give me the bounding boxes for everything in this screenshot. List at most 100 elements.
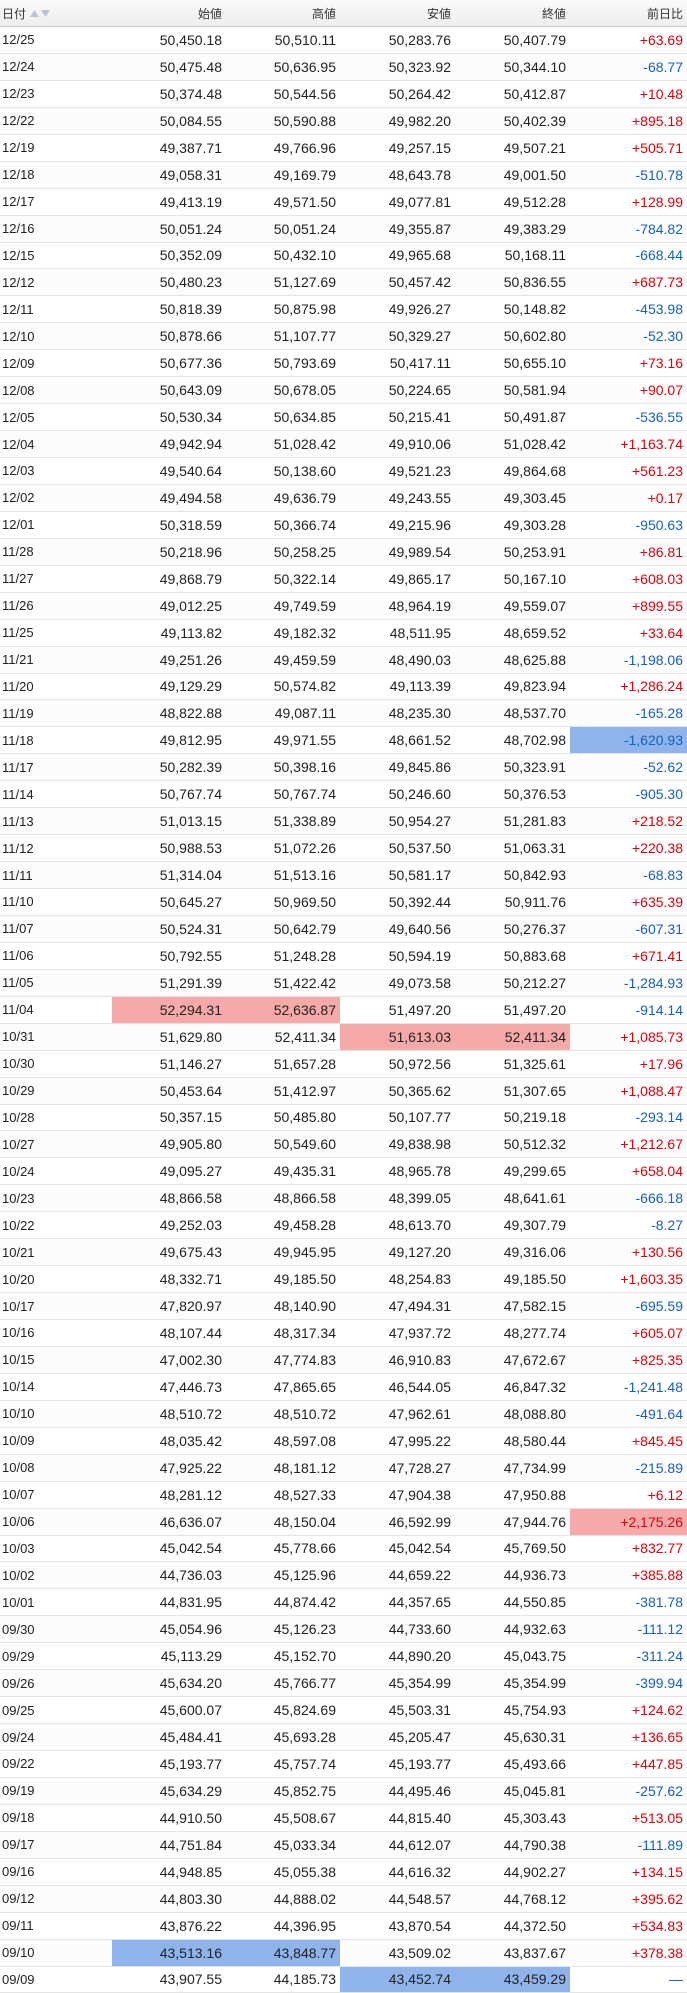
change-cell: +513.05 [570,1805,687,1831]
low-cell: 50,594.19 [340,943,455,969]
change-cell: +505.71 [570,135,687,161]
low-cell: 44,733.60 [340,1616,455,1642]
low-column-header: 安値 [340,0,455,26]
high-cell: 49,945.95 [226,1239,340,1265]
close-cell: 48,625.88 [455,647,570,673]
low-header-label: 安値 [427,5,451,22]
high-cell: 50,322.14 [226,566,340,592]
close-cell: 47,672.67 [455,1347,570,1373]
date-cell: 11/12 [0,835,112,861]
date-cell: 12/17 [0,189,112,215]
low-cell: 47,937.72 [340,1320,455,1346]
table-row: 09/3045,054.9645,126.2344,733.6044,932.6… [0,1616,687,1643]
change-cell: -381.78 [570,1589,687,1615]
table-row: 11/0452,294.3152,636.8751,497.2051,497.2… [0,997,687,1024]
close-cell: 50,655.10 [455,350,570,376]
table-row: 11/1948,822.8849,087.1148,235.3048,537.7… [0,700,687,727]
change-cell: -52.30 [570,323,687,349]
high-cell: 44,396.95 [226,1913,340,1939]
table-row: 11/1151,314.0451,513.1650,581.1750,842.9… [0,862,687,889]
change-cell: -311.24 [570,1643,687,1669]
open-cell: 43,907.55 [112,1967,226,1993]
date-cell: 12/23 [0,81,112,107]
date-cell: 11/28 [0,539,112,565]
open-cell: 48,510.72 [112,1401,226,1427]
change-cell: +10.48 [570,81,687,107]
open-cell: 48,107.44 [112,1320,226,1346]
low-cell: 48,613.70 [340,1212,455,1238]
high-cell: 50,642.79 [226,916,340,942]
change-cell: -111.89 [570,1832,687,1858]
close-cell: 50,148.82 [455,296,570,322]
date-cell: 11/10 [0,889,112,915]
low-cell: 44,495.46 [340,1778,455,1804]
date-cell: 12/04 [0,431,112,457]
table-body: 12/2550,450.1850,510.1150,283.7650,407.7… [0,27,687,1993]
close-cell: 44,768.12 [455,1886,570,1912]
close-cell: 50,412.87 [455,81,570,107]
change-cell: +845.45 [570,1428,687,1454]
date-cell: 12/12 [0,269,112,295]
table-row: 11/2850,218.9650,258.2549,989.5450,253.9… [0,539,687,566]
low-cell: 49,127.20 [340,1239,455,1265]
table-row: 09/2445,484.4145,693.2845,205.4745,630.3… [0,1724,687,1751]
high-cell: 47,774.83 [226,1347,340,1373]
low-cell: 49,838.98 [340,1131,455,1157]
high-cell: 49,571.50 [226,189,340,215]
close-cell: 46,847.32 [455,1374,570,1400]
low-cell: 44,612.07 [340,1832,455,1858]
low-cell: 49,073.58 [340,970,455,996]
table-row: 09/2945,113.2945,152.7044,890.2045,043.7… [0,1643,687,1670]
date-cell: 12/16 [0,216,112,242]
table-row: 11/2749,868.7950,322.1449,865.1750,167.1… [0,566,687,593]
close-cell: 49,185.50 [455,1266,570,1292]
open-cell: 49,251.26 [112,647,226,673]
high-cell: 45,852.75 [226,1778,340,1804]
change-cell: -1,241.48 [570,1374,687,1400]
date-cell: 09/16 [0,1859,112,1885]
table-row: 12/0550,530.3450,634.8550,215.4150,491.8… [0,404,687,431]
date-column-header[interactable]: 日付 [0,0,112,26]
triangle-down-icon[interactable] [41,10,50,17]
change-cell: +6.12 [570,1482,687,1508]
date-cell: 10/16 [0,1320,112,1346]
low-cell: 49,845.86 [340,754,455,780]
date-cell: 11/13 [0,808,112,834]
change-cell: +385.88 [570,1562,687,1588]
close-cell: 47,944.76 [455,1509,570,1535]
low-cell: 44,357.65 [340,1589,455,1615]
open-cell: 49,413.19 [112,189,226,215]
open-cell: 49,113.82 [112,620,226,646]
high-cell: 50,432.10 [226,243,340,269]
sort-toggle[interactable] [30,10,50,17]
high-cell: 52,411.34 [226,1024,340,1050]
change-cell: -666.18 [570,1185,687,1211]
high-cell: 49,169.79 [226,162,340,188]
date-cell: 09/11 [0,1913,112,1939]
close-cell: 51,325.61 [455,1051,570,1077]
low-cell: 45,042.54 [340,1536,455,1562]
change-cell: -1,198.06 [570,647,687,673]
close-cell: 49,823.94 [455,674,570,700]
change-cell: -1,284.93 [570,970,687,996]
low-cell: 44,815.40 [340,1805,455,1831]
open-header-label: 始値 [198,5,222,22]
table-row: 09/2245,193.7745,757.7445,193.7745,493.6… [0,1751,687,1778]
low-cell: 50,329.27 [340,323,455,349]
close-cell: 45,493.66 [455,1751,570,1777]
close-cell: 44,936.73 [455,1562,570,1588]
change-cell: +0.17 [570,485,687,511]
low-cell: 48,490.03 [340,647,455,673]
date-cell: 10/29 [0,1078,112,1104]
triangle-up-icon[interactable] [30,10,39,17]
high-cell: 49,766.96 [226,135,340,161]
close-cell: 50,512.32 [455,1131,570,1157]
low-cell: 50,972.56 [340,1051,455,1077]
date-cell: 11/19 [0,700,112,726]
open-cell: 49,540.64 [112,458,226,484]
change-cell: -52.62 [570,754,687,780]
high-cell: 45,766.77 [226,1670,340,1696]
high-cell: 45,152.70 [226,1643,340,1669]
table-row: 12/1949,387.7149,766.9649,257.1549,507.2… [0,135,687,162]
date-cell: 10/21 [0,1239,112,1265]
